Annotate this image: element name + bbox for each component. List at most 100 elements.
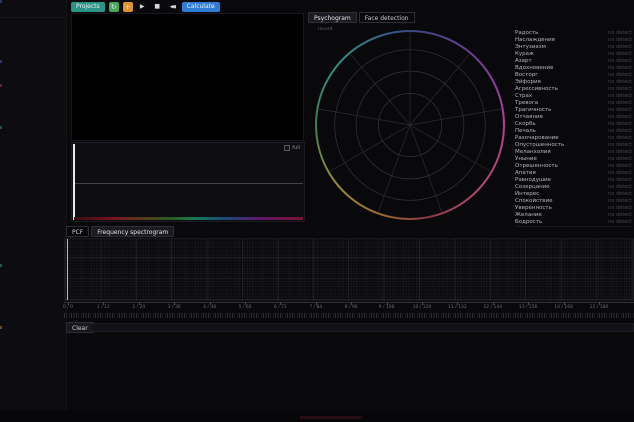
import-icon-button[interactable]: ↻	[109, 2, 119, 12]
emotion-value: no detect	[608, 219, 632, 225]
calculate-button[interactable]: Calculate	[182, 2, 220, 12]
emotion-row: Уверенностьno detect	[515, 204, 632, 211]
screen-edge-artifacts	[0, 0, 2, 3]
plus-icon: +	[125, 3, 130, 11]
emotion-value: no detect	[608, 65, 632, 71]
refresh-icon: ↻	[111, 3, 116, 11]
emotion-value: no detect	[608, 86, 632, 92]
emotion-value: no detect	[608, 156, 632, 162]
log-strip	[90, 323, 634, 332]
tab-frequency-spectrogram[interactable]: Frequency spectrogram	[91, 226, 174, 237]
emotion-row: Разочарование no detect	[515, 134, 632, 141]
emotion-name: Печаль	[515, 128, 536, 134]
emotion-value: no detect	[608, 170, 632, 176]
emotion-name: Агрессивность	[515, 86, 558, 92]
emotion-value: no detect	[608, 107, 632, 113]
app-window: Projects ↻ + ▶ ■ ◀◀ Calculate full Psych…	[0, 0, 634, 422]
emotion-name: Трагичность	[515, 107, 551, 113]
analysis-tabs: Psychogram Face detection	[308, 12, 415, 23]
emotion-row: Меланхолияno detect	[515, 148, 632, 155]
emotion-row: Радостьno detect	[515, 29, 632, 36]
emotion-row: Спокойствиеno detect	[515, 197, 632, 204]
emotion-name: Отрешенность	[515, 163, 558, 169]
emotion-value: no detect	[608, 198, 632, 204]
projects-button[interactable]: Projects	[71, 2, 105, 12]
emotion-name: Желание	[515, 212, 542, 218]
axis-line	[64, 302, 634, 303]
stop-button[interactable]: ■	[152, 2, 163, 12]
axis-tick-label: 3 / 36	[161, 305, 187, 310]
axis-tick-label: 4 / 48	[197, 305, 223, 310]
emotion-row: Трагичность no detect	[515, 106, 632, 113]
emotion-name: Апатия	[515, 170, 536, 176]
emotion-list: Радостьno detectНаслаждениеno detectЭнту…	[515, 29, 632, 227]
sidebar-divider	[0, 17, 66, 18]
emotion-value: no detect	[608, 100, 632, 106]
emotion-name: Тревога	[515, 100, 538, 106]
emotion-value: no detect	[608, 51, 632, 57]
psychogram-grid	[315, 30, 505, 220]
rewind-button[interactable]: ◀◀	[167, 2, 178, 12]
emotion-name: Радость	[515, 30, 538, 36]
axis-tick-label: 13 / 156	[515, 305, 541, 310]
tab-face-detection[interactable]: Face detection	[359, 12, 415, 23]
emotion-value: no detect	[608, 93, 632, 99]
emotion-row: Желание no detect	[515, 211, 632, 218]
emotion-row: Созерцаниеno detect	[515, 183, 632, 190]
emotion-name: Кураж	[515, 51, 534, 57]
axis-tick-label: 12 / 144	[480, 305, 506, 310]
emotion-row: Вдохновение no detect	[515, 64, 632, 71]
emotion-name: Страх	[515, 93, 532, 99]
emotion-name: Меланхолия	[515, 149, 551, 155]
axis-tick-label: 14 / 168	[551, 305, 577, 310]
full-checkbox[interactable]	[284, 145, 290, 151]
spectrogram-playhead[interactable]	[67, 239, 68, 300]
emotion-name: Азарт	[515, 58, 532, 64]
axis-tick-label: 10 / 120	[409, 305, 435, 310]
spectrogram-section: PCF Frequency spectrogram 0 / 01 / 122 /…	[64, 226, 634, 318]
emotion-row: Восторгno detect	[515, 71, 632, 78]
spectrogram-time-axis: 0 / 01 / 122 / 243 / 364 / 485 / 606 / 7…	[64, 302, 634, 312]
full-checkbox-group[interactable]: full	[284, 145, 300, 151]
axis-tick-label: 1 / 12	[90, 305, 116, 310]
play-button[interactable]: ▶	[137, 2, 148, 12]
axis-tick-label: 6 / 72	[267, 305, 293, 310]
spectrogram-ruler	[64, 313, 634, 318]
emotion-name: Равнодушие	[515, 177, 551, 183]
axis-tick-label: 0 / 0	[55, 305, 81, 310]
emotion-value: no detect	[608, 44, 632, 50]
emotion-name: Уныние	[515, 156, 537, 162]
emotion-value: no detect	[608, 177, 632, 183]
clear-bar: Clear	[64, 322, 634, 333]
emotion-name: Разочарование	[515, 135, 559, 141]
emotion-value: no detect	[608, 79, 632, 85]
add-icon-button[interactable]: +	[123, 2, 133, 12]
emotion-row: Агрессивность no detect	[515, 85, 632, 92]
waveform-centerline	[75, 183, 303, 184]
emotion-row: Эйфорияno detect	[515, 78, 632, 85]
waveform-panel[interactable]: full	[71, 142, 305, 222]
axis-tick-label: 11 / 132	[444, 305, 470, 310]
tab-pcf[interactable]: PCF	[66, 226, 89, 237]
emotion-name: Восторг	[515, 72, 538, 78]
emotion-value: no detect	[608, 114, 632, 120]
axis-tick-label: 8 / 96	[338, 305, 364, 310]
emotion-value: no detect	[608, 191, 632, 197]
waveform-playhead[interactable]	[73, 144, 75, 220]
emotion-row: Кураж no detect	[515, 50, 632, 57]
emotion-value: no detect	[608, 135, 632, 141]
emotion-row: Интересno detect	[515, 190, 632, 197]
emotion-value: no detect	[608, 58, 632, 64]
emotion-row: Тревога no detect	[515, 99, 632, 106]
emotion-value: no detect	[608, 205, 632, 211]
emotion-value: no detect	[608, 212, 632, 218]
emotion-row: Наслаждениеno detect	[515, 36, 632, 43]
psychogram-chart	[315, 30, 505, 220]
main-toolbar: Projects ↻ + ▶ ■ ◀◀ Calculate	[71, 1, 220, 12]
emotion-value: no detect	[608, 37, 632, 43]
tab-psychogram[interactable]: Psychogram	[308, 12, 357, 23]
spectrogram-plot[interactable]	[64, 238, 634, 301]
emotion-row: Скорбьno detect	[515, 120, 632, 127]
emotion-name: Вдохновение	[515, 65, 553, 71]
emotion-name: Созерцание	[515, 184, 550, 190]
